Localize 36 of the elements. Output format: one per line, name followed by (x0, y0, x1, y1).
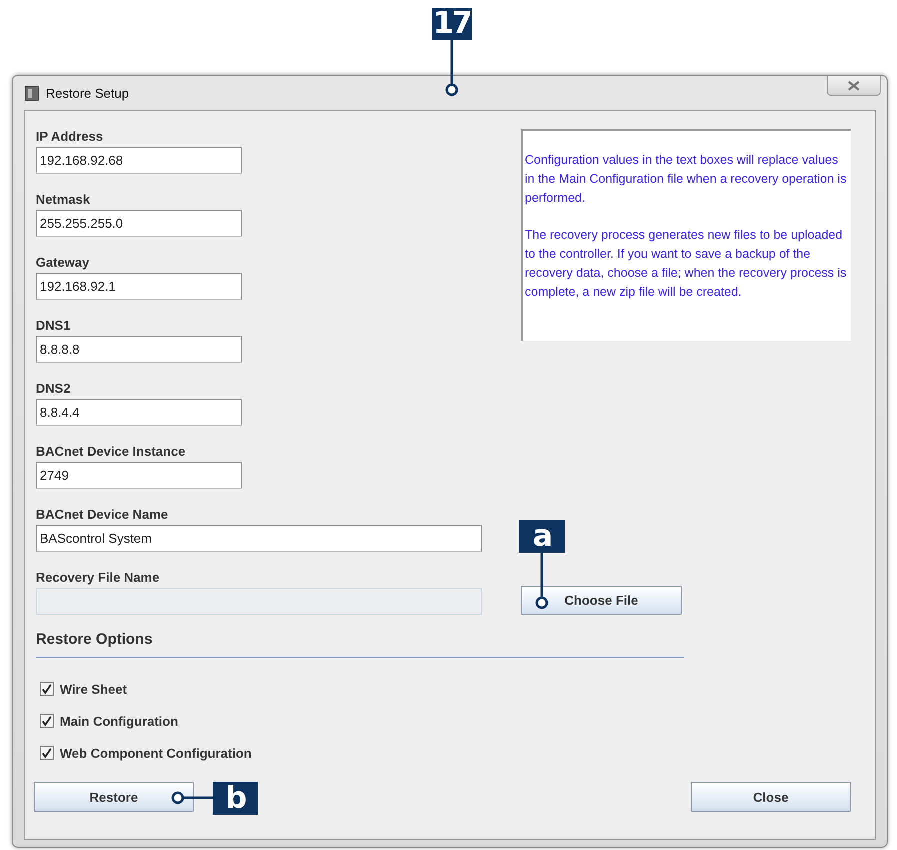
checkbox-label: Main Configuration (60, 714, 178, 728)
field-label: BACnet Device Instance (36, 444, 187, 460)
input-field[interactable]: 8.8.4.4 (36, 399, 242, 426)
input-field[interactable]: 8.8.8.8 (36, 336, 242, 363)
checkbox[interactable] (40, 714, 54, 728)
callout-badge: a (519, 520, 565, 553)
leader-line (171, 792, 213, 804)
input-field[interactable]: 192.168.92.68 (36, 147, 242, 174)
section-heading: Restore Options (36, 630, 684, 658)
close-icon (848, 80, 860, 90)
input-field[interactable]: 255.255.255.0 (36, 210, 242, 237)
callout-badge: 17 (432, 8, 472, 40)
app-icon (25, 86, 39, 100)
info-text: The recovery process generates new files to be uploaded to the controller. If you want to save a backup of the recovery data, choose a file; when the recovery process is complete, a new zip file will be created. (525, 227, 847, 301)
close-dialog-button[interactable]: Close (691, 782, 851, 812)
info-text: Configuration values in the text boxes will replace values in the Main Configuration file when a recovery operation is performed. (525, 152, 847, 207)
field-label: DNS2 (36, 381, 72, 397)
field-label: BACnet Device Name (36, 507, 170, 523)
field-label: Netmask (36, 192, 92, 208)
window-title: Restore Setup (46, 86, 130, 100)
field-label: DNS1 (36, 318, 72, 334)
field-label: Recovery File Name (36, 570, 161, 586)
input-field[interactable]: BAScontrol System (36, 525, 482, 552)
checkbox-label: Web Component Configuration (60, 746, 252, 760)
close-button[interactable] (827, 76, 881, 96)
field-label: Gateway (36, 255, 90, 271)
restore-button[interactable]: Restore (34, 782, 194, 812)
checkbox-label: Wire Sheet (60, 682, 128, 696)
input-field[interactable]: 2749 (36, 462, 242, 489)
checkbox[interactable] (40, 682, 54, 696)
input-field[interactable]: 192.168.92.1 (36, 273, 242, 300)
leader-line (446, 40, 458, 97)
checkbox[interactable] (40, 746, 54, 760)
callout-badge: b (213, 782, 258, 815)
leader-line (536, 553, 548, 610)
field-label: IP Address (36, 129, 104, 145)
